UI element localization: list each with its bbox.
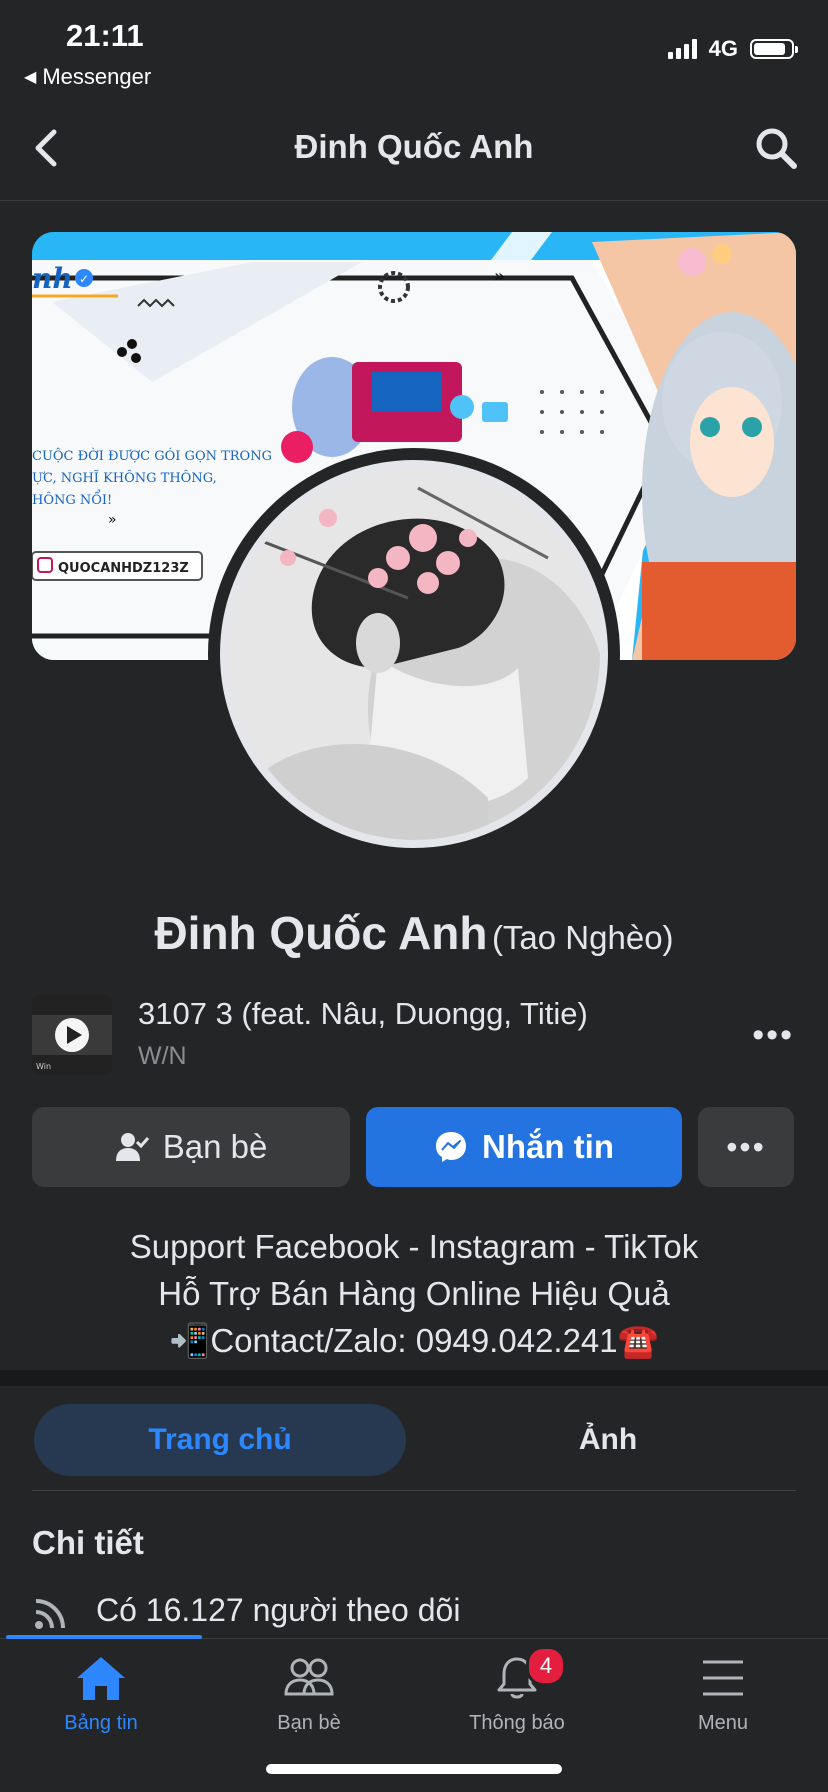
svg-text:»: » [494, 266, 505, 287]
nav-label-newsfeed: Bảng tin [64, 1712, 138, 1734]
nav-label-menu: Menu [697, 1712, 749, 1734]
music-title[interactable]: 3107 3 (feat. Nâu, Duongg, Titie) [138, 996, 588, 1032]
home-indicator [266, 1764, 562, 1774]
back-triangle-icon: ◀ [24, 69, 37, 86]
home-icon [77, 1657, 125, 1700]
status-time: 21:11 [66, 18, 144, 53]
followers-count: Có 16.127 người theo dõi [96, 1592, 461, 1628]
avatar[interactable] [220, 460, 608, 848]
search-icon[interactable] [754, 126, 798, 170]
status-indicators: 4G [667, 36, 798, 62]
messenger-icon [436, 1132, 466, 1162]
network-label: 4G [708, 36, 738, 61]
tabs-divider [32, 1490, 796, 1491]
music-more-options-icon[interactable]: ••• [752, 1018, 794, 1052]
nav-label-notifications: Thông báo [469, 1712, 565, 1734]
bio-line-2: Hỗ Trợ Bán Hàng Online Hiệu Quả [158, 1275, 670, 1312]
svg-text:»: » [108, 512, 117, 528]
nav-item-newsfeed[interactable]: Bảng tin [11, 1654, 191, 1735]
friends-button-label: Bạn bè [162, 1128, 268, 1165]
nav-item-notifications[interactable]: Thông báo [427, 1654, 607, 1735]
header-divider [0, 200, 828, 201]
back-app-label: Messenger [42, 64, 152, 89]
notification-badge: 4 [526, 1646, 566, 1686]
rss-icon [35, 1599, 65, 1629]
bio-line-1: Support Facebook - Instagram - TikTok [129, 1228, 699, 1265]
tab-home[interactable]: Trang chủ [34, 1404, 406, 1476]
battery-icon [750, 39, 798, 59]
nav-item-friends[interactable]: Bạn bè [219, 1654, 399, 1735]
friends-icon [284, 1658, 334, 1696]
nav-item-menu[interactable]: Menu [633, 1654, 813, 1735]
bio-line-3: 📲Contact/Zalo: 0949.042.241☎️ [169, 1322, 659, 1359]
profile-name: Đinh Quốc Anh [154, 907, 488, 959]
section-divider [0, 1370, 828, 1386]
signal-icon [667, 39, 697, 59]
friends-button[interactable]: Bạn bè [32, 1107, 350, 1187]
message-button-label: Nhắn tin [482, 1128, 614, 1165]
page-title: Đinh Quốc Anh [294, 128, 534, 165]
cover-tagline-1: CUỘC ĐỜI ĐƯỢC GÓI GỌN TRONG [32, 447, 272, 464]
profile-name-line: Đinh Quốc Anh (Tao Nghèo) [0, 906, 828, 960]
message-button[interactable]: Nhắn tin [366, 1107, 682, 1187]
cover-brand-text: nh [32, 262, 73, 295]
more-options-button[interactable]: ••• [698, 1107, 794, 1187]
music-play-button[interactable]: Win [32, 995, 112, 1075]
cover-tagline-2: ỰC, NGHĨ KHÔNG THÔNG, [32, 469, 217, 486]
nav-label-friends: Bạn bè [277, 1712, 341, 1734]
active-tab-indicator [6, 1635, 202, 1639]
friend-check-icon [115, 1133, 149, 1161]
tab-photos[interactable]: Ảnh [422, 1404, 794, 1476]
cover-handle: QUOCANHDZ123Z [58, 561, 189, 576]
music-artist: W/N [138, 1042, 187, 1070]
back-to-messenger-link[interactable]: ◀ Messenger [24, 64, 151, 90]
details-heading: Chi tiết [32, 1524, 144, 1561]
profile-alternate-name: (Tao Nghèo) [491, 919, 674, 956]
music-thumb-label: Win [36, 1062, 51, 1071]
menu-icon [703, 1660, 743, 1696]
svg-text:✓: ✓ [79, 272, 89, 286]
